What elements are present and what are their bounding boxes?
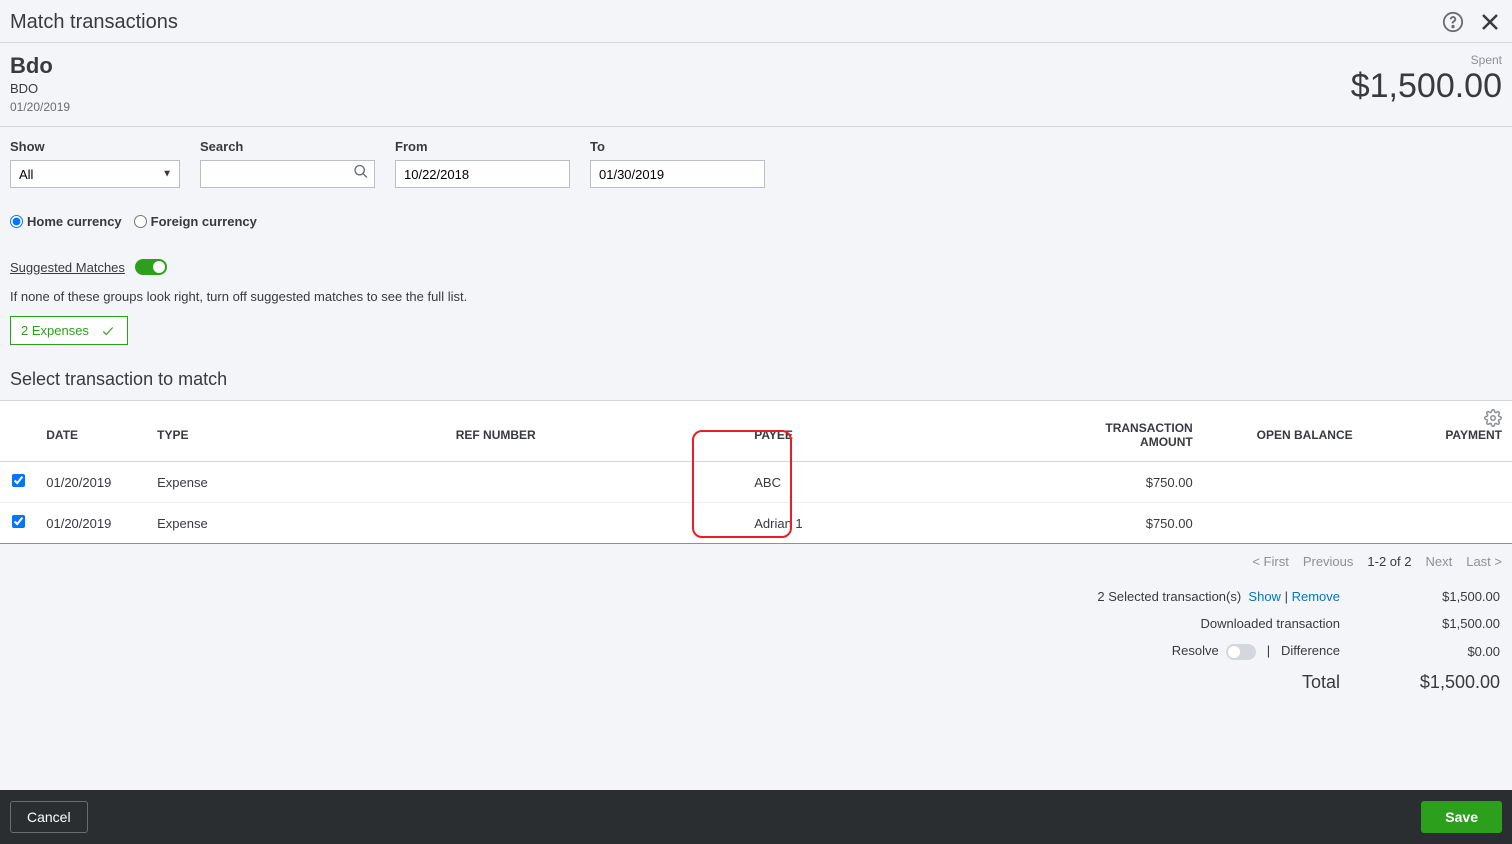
row-checkbox[interactable] (12, 515, 25, 528)
col-open-balance[interactable]: OPEN BALANCE (1203, 401, 1363, 462)
cancel-button[interactable]: Cancel (10, 801, 88, 833)
total-label: Total (1302, 672, 1340, 693)
col-date[interactable]: DATE (36, 401, 147, 462)
expenses-chip-label: 2 Expenses (21, 323, 89, 338)
pager-last[interactable]: Last > (1466, 554, 1502, 569)
home-currency-radio[interactable]: Home currency (10, 214, 122, 229)
cell-payment (1363, 503, 1512, 544)
gear-icon[interactable] (1484, 409, 1502, 432)
remove-link[interactable]: Remove (1292, 589, 1340, 604)
difference-amount: $0.00 (1380, 644, 1500, 659)
from-date-input[interactable] (395, 160, 570, 188)
help-icon[interactable] (1442, 11, 1464, 33)
col-txn-amount[interactable]: TRANSACTION AMOUNT (1043, 401, 1203, 462)
cell-payment (1363, 462, 1512, 503)
cell-open-balance (1203, 462, 1363, 503)
pager-prev[interactable]: Previous (1303, 554, 1354, 569)
check-icon (99, 324, 117, 338)
search-label: Search (200, 139, 375, 154)
resolve-toggle[interactable] (1226, 644, 1256, 660)
to-label: To (590, 139, 765, 154)
suggested-matches-toggle[interactable] (135, 259, 167, 275)
save-button[interactable]: Save (1421, 801, 1502, 833)
pager-first[interactable]: < First (1252, 554, 1288, 569)
table-row[interactable]: 01/20/2019 Expense ABC $750.00 (0, 462, 1512, 503)
to-date-input[interactable] (590, 160, 765, 188)
cell-txn-amount: $750.00 (1043, 462, 1203, 503)
selected-count-label: 2 Selected transaction(s) (1097, 589, 1241, 604)
account-name: Bdo (10, 53, 70, 79)
pager-range: 1-2 of 2 (1367, 554, 1411, 569)
resolve-label: Resolve (1172, 643, 1219, 658)
cell-open-balance (1203, 503, 1363, 544)
cell-ref (446, 503, 745, 544)
expenses-chip[interactable]: 2 Expenses (10, 316, 128, 345)
cell-date: 01/20/2019 (36, 503, 147, 544)
table-row[interactable]: 01/20/2019 Expense Adrian 1 $750.00 (0, 503, 1512, 544)
show-link[interactable]: Show (1248, 589, 1281, 604)
show-label: Show (10, 139, 180, 154)
total-amount: $1,500.00 (1380, 672, 1500, 693)
cell-type: Expense (147, 503, 446, 544)
pager-next[interactable]: Next (1425, 554, 1452, 569)
foreign-currency-label: Foreign currency (151, 214, 257, 229)
suggested-matches-note: If none of these groups look right, turn… (0, 275, 1512, 304)
account-date: 01/20/2019 (10, 100, 70, 114)
suggested-matches-link[interactable]: Suggested Matches (10, 260, 125, 275)
from-label: From (395, 139, 570, 154)
section-title: Select transaction to match (0, 345, 1512, 400)
spent-label: Spent (1351, 53, 1502, 67)
foreign-currency-radio[interactable]: Foreign currency (134, 214, 257, 229)
page-title: Match transactions (10, 11, 178, 34)
close-icon[interactable] (1478, 10, 1502, 34)
home-currency-label: Home currency (27, 214, 122, 229)
search-input[interactable] (200, 160, 375, 188)
show-select[interactable]: All (10, 160, 180, 188)
downloaded-label: Downloaded transaction (1201, 616, 1340, 631)
difference-label: Difference (1281, 643, 1340, 658)
col-type[interactable]: TYPE (147, 401, 446, 462)
selected-amount: $1,500.00 (1380, 589, 1500, 604)
home-currency-radio-input[interactable] (10, 215, 23, 228)
cell-date: 01/20/2019 (36, 462, 147, 503)
cell-ref (446, 462, 745, 503)
search-icon[interactable] (353, 164, 369, 185)
spent-amount: $1,500.00 (1351, 67, 1502, 106)
cell-payee: ABC (744, 462, 1043, 503)
col-payee[interactable]: PAYEE (744, 401, 1043, 462)
foreign-currency-radio-input[interactable] (134, 215, 147, 228)
downloaded-amount: $1,500.00 (1380, 616, 1500, 631)
account-subname: BDO (10, 81, 70, 96)
cell-payee: Adrian 1 (744, 503, 1043, 544)
col-ref[interactable]: REF NUMBER (446, 401, 745, 462)
row-checkbox[interactable] (12, 474, 25, 487)
table-header-row: DATE TYPE REF NUMBER PAYEE TRANSACTION A… (0, 401, 1512, 462)
cell-type: Expense (147, 462, 446, 503)
cell-txn-amount: $750.00 (1043, 503, 1203, 544)
